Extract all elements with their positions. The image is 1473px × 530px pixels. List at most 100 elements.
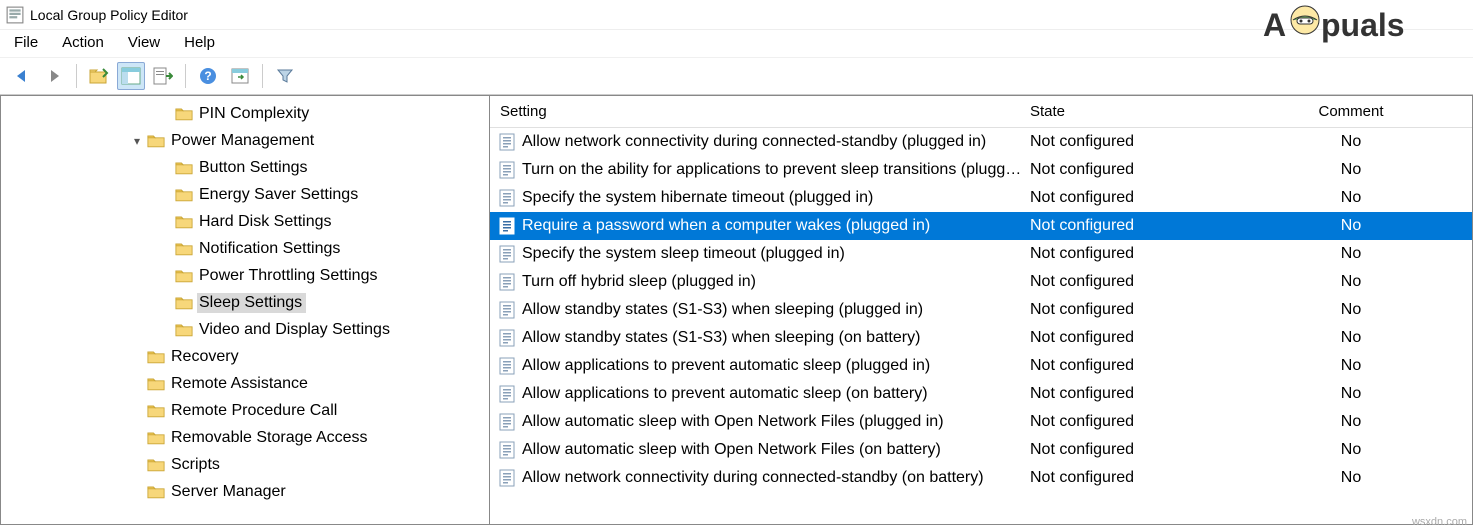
cell-state: Not configured	[1030, 161, 1230, 179]
cell-setting: Allow network connectivity during connec…	[490, 133, 1030, 151]
menu-action[interactable]: Action	[62, 34, 104, 51]
tree-item-label: Sleep Settings	[197, 293, 306, 313]
cell-comment: No	[1230, 441, 1472, 459]
list-row[interactable]: Allow applications to prevent automatic …	[490, 380, 1472, 408]
setting-label: Allow automatic sleep with Open Network …	[522, 413, 944, 431]
tree-item[interactable]: Energy Saver Settings	[1, 181, 489, 208]
list-row[interactable]: Specify the system hibernate timeout (pl…	[490, 184, 1472, 212]
list-row[interactable]: Require a password when a computer wakes…	[490, 212, 1472, 240]
policy-icon	[498, 217, 516, 235]
menu-view[interactable]: View	[128, 34, 160, 51]
tree-item[interactable]: PIN Complexity	[1, 100, 489, 127]
forward-button[interactable]	[40, 62, 68, 90]
list-row[interactable]: Allow standby states (S1-S3) when sleepi…	[490, 324, 1472, 352]
policy-icon	[498, 273, 516, 291]
list-body[interactable]: Allow network connectivity during connec…	[490, 128, 1472, 524]
cell-comment: No	[1230, 357, 1472, 375]
forward-arrow-icon	[45, 67, 63, 85]
list-row[interactable]: Turn on the ability for applications to …	[490, 156, 1472, 184]
tree-item-label: Remote Assistance	[169, 374, 312, 394]
cell-comment: No	[1230, 161, 1472, 179]
list-row[interactable]: Allow network connectivity during connec…	[490, 128, 1472, 156]
tree-item[interactable]: Remote Assistance	[1, 370, 489, 397]
tree-pane[interactable]: PIN Complexity ▾Power ManagementButton Se…	[0, 96, 490, 525]
menu-file[interactable]: File	[14, 34, 38, 51]
policy-icon	[498, 301, 516, 319]
list-row[interactable]: Allow network connectivity during connec…	[490, 464, 1472, 492]
folder-icon	[147, 457, 165, 472]
folder-icon	[175, 160, 193, 175]
folder-icon	[147, 133, 165, 148]
policy-icon	[498, 329, 516, 347]
cell-state: Not configured	[1030, 469, 1230, 487]
properties-icon	[230, 67, 250, 85]
watermark: wsxdn.com	[1412, 516, 1467, 528]
policy-icon	[498, 441, 516, 459]
list-row[interactable]: Turn off hybrid sleep (plugged in)Not co…	[490, 268, 1472, 296]
up-button[interactable]	[85, 62, 113, 90]
list-row[interactable]: Allow automatic sleep with Open Network …	[490, 408, 1472, 436]
setting-label: Require a password when a computer wakes…	[522, 217, 930, 235]
cell-setting: Allow standby states (S1-S3) when sleepi…	[490, 301, 1030, 319]
export-list-icon	[153, 67, 173, 85]
cell-comment: No	[1230, 245, 1472, 263]
cell-setting: Allow automatic sleep with Open Network …	[490, 413, 1030, 431]
back-button[interactable]	[8, 62, 36, 90]
list-row[interactable]: Allow automatic sleep with Open Network …	[490, 436, 1472, 464]
tree-item[interactable]: Hard Disk Settings	[1, 208, 489, 235]
tree-item-label: PIN Complexity	[197, 104, 313, 124]
brand-logo: A puals	[1263, 2, 1463, 50]
menu-help[interactable]: Help	[184, 34, 215, 51]
setting-label: Allow applications to prevent automatic …	[522, 385, 928, 403]
tree-item[interactable]: Remote Procedure Call	[1, 397, 489, 424]
toolbar: ?	[0, 58, 1473, 95]
cell-setting: Allow automatic sleep with Open Network …	[490, 441, 1030, 459]
cell-state: Not configured	[1030, 385, 1230, 403]
column-header-comment[interactable]: Comment	[1230, 103, 1472, 120]
list-pane: Setting State Comment Allow network conn…	[490, 96, 1473, 525]
toolbar-separator	[185, 64, 186, 88]
folder-icon	[175, 187, 193, 202]
tree-item[interactable]: Notification Settings	[1, 235, 489, 262]
cell-state: Not configured	[1030, 301, 1230, 319]
tree-item[interactable]: Sleep Settings	[1, 289, 489, 316]
tree-item[interactable]: ▾Power Management	[1, 127, 489, 154]
policy-icon	[498, 357, 516, 375]
column-header-setting[interactable]: Setting	[490, 103, 1030, 120]
tree-item[interactable]: Button Settings	[1, 154, 489, 181]
cell-comment: No	[1230, 385, 1472, 403]
tree-item-label: Scripts	[169, 455, 224, 475]
filter-icon	[276, 67, 294, 85]
tree-item[interactable]: Removable Storage Access	[1, 424, 489, 451]
tree-item[interactable]: Recovery	[1, 343, 489, 370]
tree-item[interactable]: Scripts	[1, 451, 489, 478]
app-icon	[6, 6, 24, 24]
folder-icon	[175, 322, 193, 337]
folder-icon	[175, 295, 193, 310]
tree-toggle-icon[interactable]: ▾	[129, 134, 145, 148]
list-row[interactable]: Specify the system sleep timeout (plugge…	[490, 240, 1472, 268]
tree-item[interactable]: Server Manager	[1, 478, 489, 505]
cell-comment: No	[1230, 217, 1472, 235]
column-header-state[interactable]: State	[1030, 103, 1230, 120]
show-hide-tree-button[interactable]	[117, 62, 145, 90]
list-row[interactable]: Allow standby states (S1-S3) when sleepi…	[490, 296, 1472, 324]
tree-item[interactable]: Power Throttling Settings	[1, 262, 489, 289]
cell-setting: Specify the system hibernate timeout (pl…	[490, 189, 1030, 207]
setting-label: Allow standby states (S1-S3) when sleepi…	[522, 329, 920, 347]
cell-state: Not configured	[1030, 357, 1230, 375]
filter-button[interactable]	[271, 62, 299, 90]
folder-icon	[147, 484, 165, 499]
list-row[interactable]: Allow applications to prevent automatic …	[490, 352, 1472, 380]
tree-item-label: Hard Disk Settings	[197, 212, 336, 232]
properties-button[interactable]	[226, 62, 254, 90]
cell-setting: Specify the system sleep timeout (plugge…	[490, 245, 1030, 263]
cell-state: Not configured	[1030, 329, 1230, 347]
tree-item-label: Power Throttling Settings	[197, 266, 381, 286]
export-button[interactable]	[149, 62, 177, 90]
cell-comment: No	[1230, 189, 1472, 207]
cell-comment: No	[1230, 413, 1472, 431]
tree-item[interactable]: Video and Display Settings	[1, 316, 489, 343]
cell-state: Not configured	[1030, 441, 1230, 459]
help-button[interactable]: ?	[194, 62, 222, 90]
